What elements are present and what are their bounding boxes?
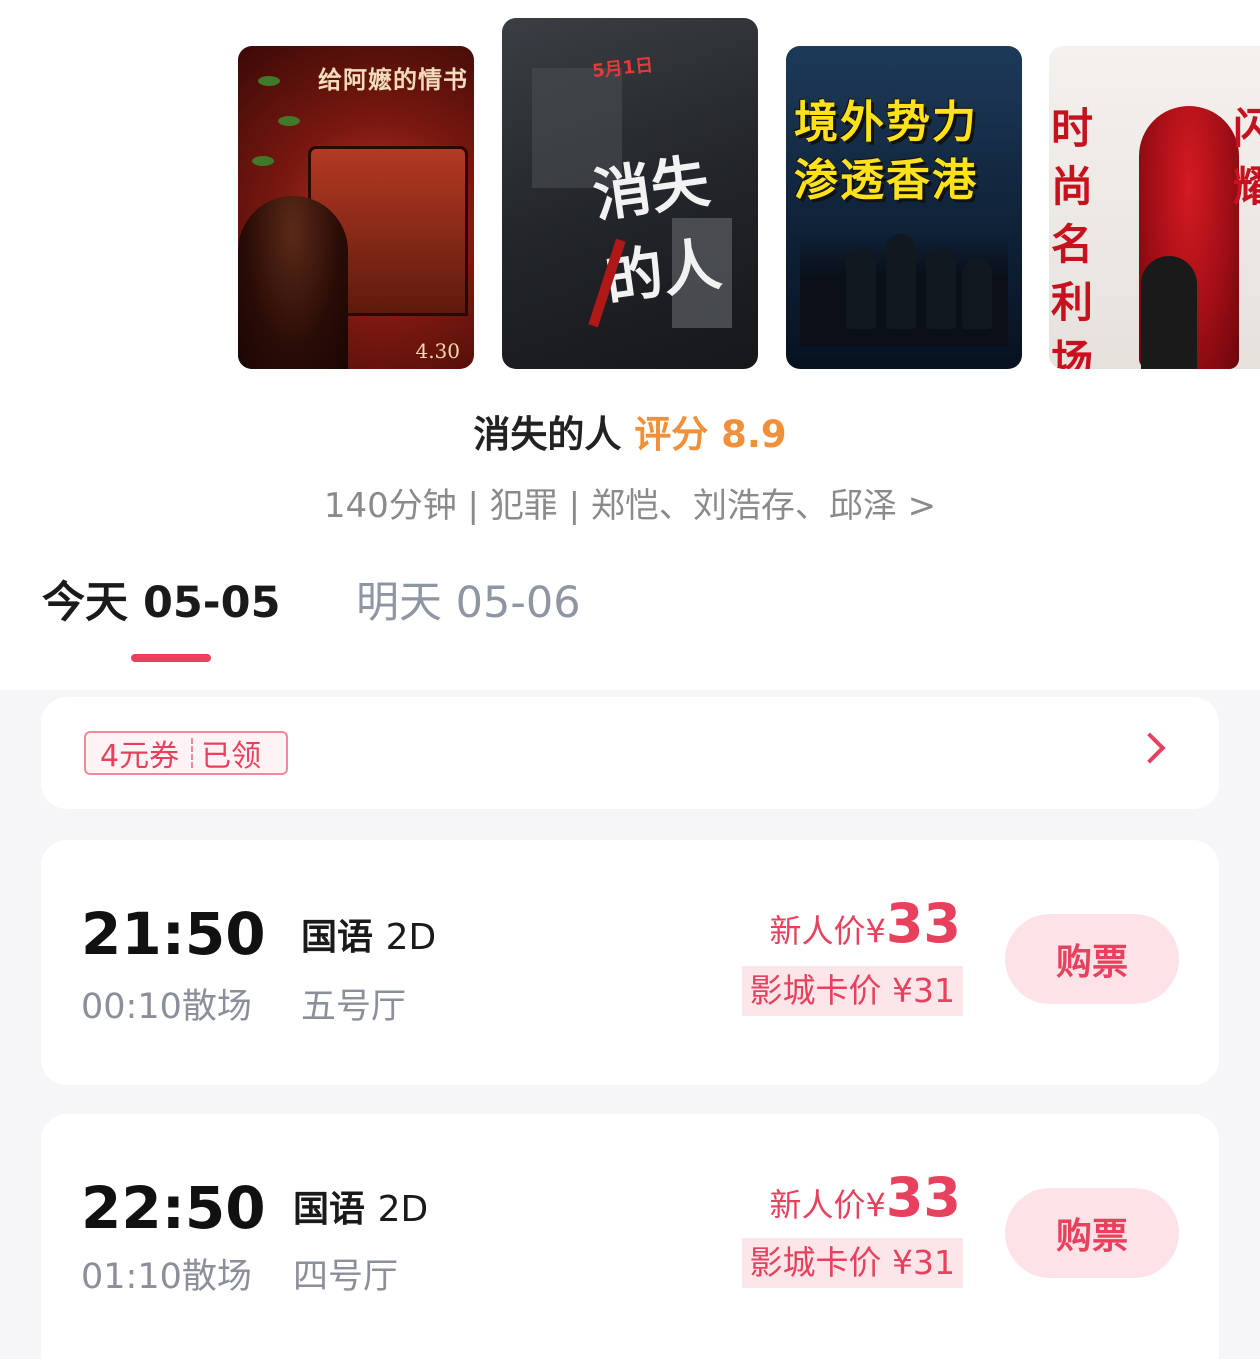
poster-title-right: 闪耀 bbox=[1233, 104, 1260, 211]
poster-figure bbox=[846, 249, 876, 329]
price-value: 33 bbox=[885, 1166, 961, 1229]
movie-details-link[interactable]: 140分钟 | 犯罪 | 郑恺、刘浩存、邱泽 > bbox=[0, 478, 1260, 527]
new-user-price: 新人价¥33 bbox=[769, 892, 961, 955]
language-format: 国语 2D bbox=[301, 908, 436, 960]
poster-title: 境外势力 渗透香港 bbox=[794, 97, 978, 206]
price-label: 新人价 bbox=[769, 912, 866, 950]
leaf-decoration bbox=[258, 76, 280, 86]
hall-name: 四号厅 bbox=[293, 1257, 399, 1297]
poster-title: 给阿嬷的情书 bbox=[318, 65, 468, 94]
poster-figure bbox=[238, 196, 348, 369]
coupon-amount: 4元券 bbox=[100, 739, 180, 774]
leaf-decoration bbox=[278, 116, 300, 126]
leaf-decoration bbox=[252, 156, 274, 166]
format: 2D bbox=[377, 1189, 429, 1230]
start-time: 21:50 bbox=[81, 900, 266, 968]
price-value: 33 bbox=[885, 892, 961, 955]
movie-name: 消失的人 bbox=[473, 413, 622, 456]
currency: ¥ bbox=[865, 912, 886, 950]
hall-name: 五号厅 bbox=[301, 987, 407, 1027]
poster-fashion[interactable]: 时尚名利场 闪耀 bbox=[1049, 46, 1260, 369]
poster-title: 时尚名利场 bbox=[1051, 104, 1094, 369]
coupon-badge: 4元券 已领 bbox=[84, 731, 288, 775]
language: 国语 bbox=[301, 917, 374, 958]
poster-figure bbox=[1141, 256, 1197, 369]
movie-score: 8.9 bbox=[721, 413, 787, 456]
end-time: 00:10散场 bbox=[81, 987, 252, 1027]
poster-dear-grandma[interactable]: 给阿嬷的情书 4.30 bbox=[238, 46, 474, 369]
coupon-card[interactable]: 4元券 已领 bbox=[41, 697, 1219, 809]
poster-figure bbox=[962, 259, 992, 329]
card-price: 影城卡价 ¥31 bbox=[741, 966, 963, 1016]
buy-ticket-button[interactable]: 购票 bbox=[1005, 1188, 1179, 1278]
coupon-state: 已领 bbox=[201, 739, 262, 774]
poster-release-date: 5月1日 bbox=[591, 54, 655, 83]
poster-figure bbox=[886, 234, 916, 329]
poster-title: 消失的人 bbox=[588, 146, 725, 314]
tab-active-indicator bbox=[131, 654, 211, 662]
start-time: 22:50 bbox=[81, 1174, 266, 1242]
language: 国语 bbox=[293, 1189, 366, 1230]
card-price: 影城卡价 ¥31 bbox=[741, 1238, 963, 1288]
new-user-price: 新人价¥33 bbox=[769, 1166, 961, 1229]
tab-tomorrow[interactable]: 明天 05-06 bbox=[356, 568, 581, 630]
tab-today[interactable]: 今天 05-05 bbox=[42, 568, 281, 630]
showtime-row[interactable]: 21:50 00:10散场 国语 2D 五号厅 新人价¥33 影城卡价 ¥31 … bbox=[41, 840, 1219, 1085]
poster-figure bbox=[926, 249, 956, 329]
score-label: 评分 bbox=[634, 413, 709, 456]
language-format: 国语 2D bbox=[293, 1180, 428, 1232]
showtime-row[interactable]: 22:50 01:10散场 国语 2D 四号厅 新人价¥33 影城卡价 ¥31 … bbox=[41, 1114, 1219, 1359]
poster-date: 4.30 bbox=[415, 339, 460, 363]
buy-ticket-button[interactable]: 购票 bbox=[1005, 914, 1179, 1004]
poster-cold-war[interactable]: 境外势力 渗透香港 bbox=[786, 46, 1022, 369]
poster-vanishing-point[interactable]: 5月1日 消失的人 bbox=[502, 18, 758, 369]
price-label: 新人价 bbox=[769, 1186, 866, 1224]
end-time: 01:10散场 bbox=[81, 1257, 252, 1297]
movie-title: 消失的人 评分 8.9 bbox=[0, 404, 1260, 458]
format: 2D bbox=[385, 917, 437, 958]
currency: ¥ bbox=[865, 1186, 886, 1224]
chevron-right-icon[interactable] bbox=[1134, 732, 1166, 764]
